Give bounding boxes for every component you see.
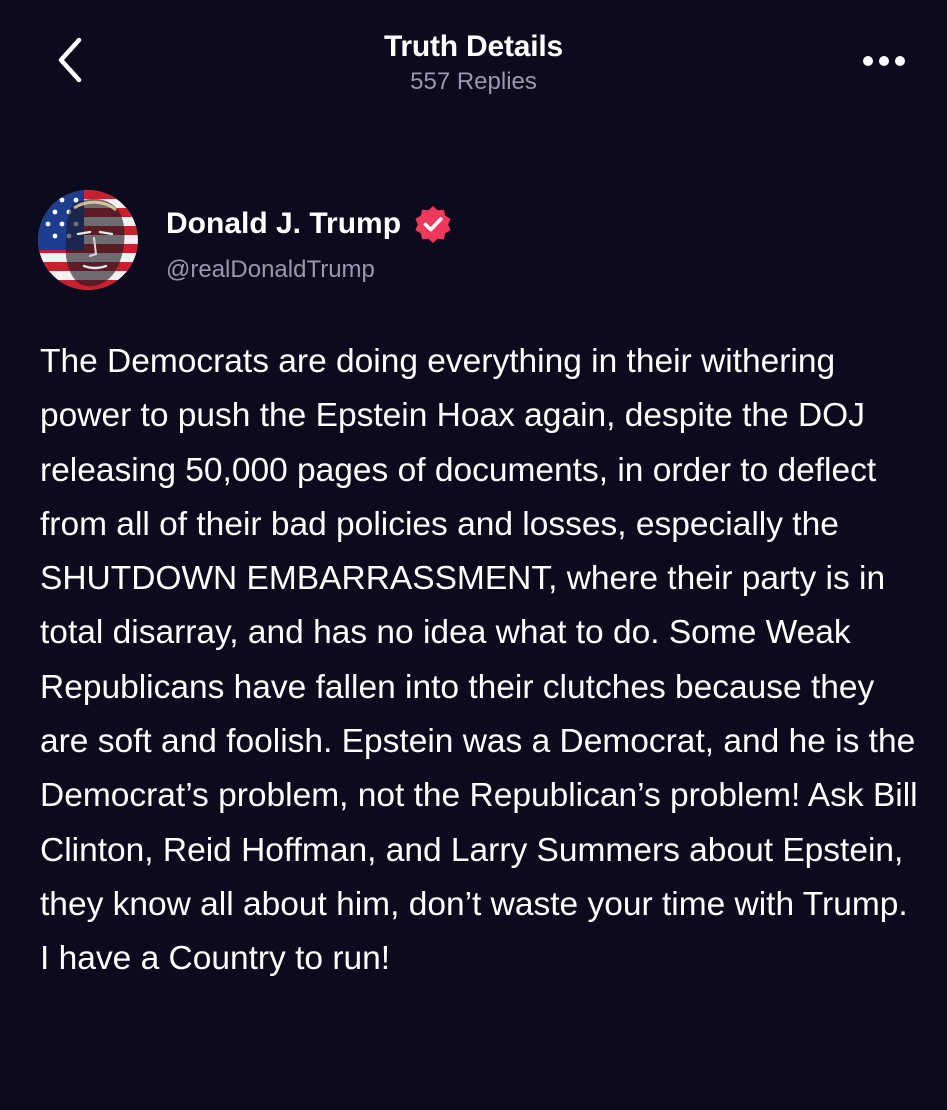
flag-portrait-avatar-image	[38, 190, 138, 290]
more-options-button[interactable]	[859, 44, 909, 78]
reply-count: 557 Replies	[410, 68, 537, 95]
author-name-row[interactable]: Donald J. Trump	[166, 204, 453, 244]
verified-badge-icon	[415, 206, 451, 243]
author-name: Donald J. Trump	[166, 207, 402, 240]
header-title-block: Truth Details 557 Replies	[0, 28, 947, 97]
page-title: Truth Details	[383, 30, 564, 63]
avatar[interactable]	[38, 190, 138, 290]
post-text: The Democrats are doing everything in th…	[40, 343, 918, 978]
author-handle[interactable]: @realDonaldTrump	[166, 254, 375, 286]
top-bar: Truth Details 557 Replies	[0, 0, 947, 110]
author-block: Donald J. Trump @realDonaldTrump	[38, 190, 908, 294]
more-horizontal-icon	[863, 56, 905, 66]
